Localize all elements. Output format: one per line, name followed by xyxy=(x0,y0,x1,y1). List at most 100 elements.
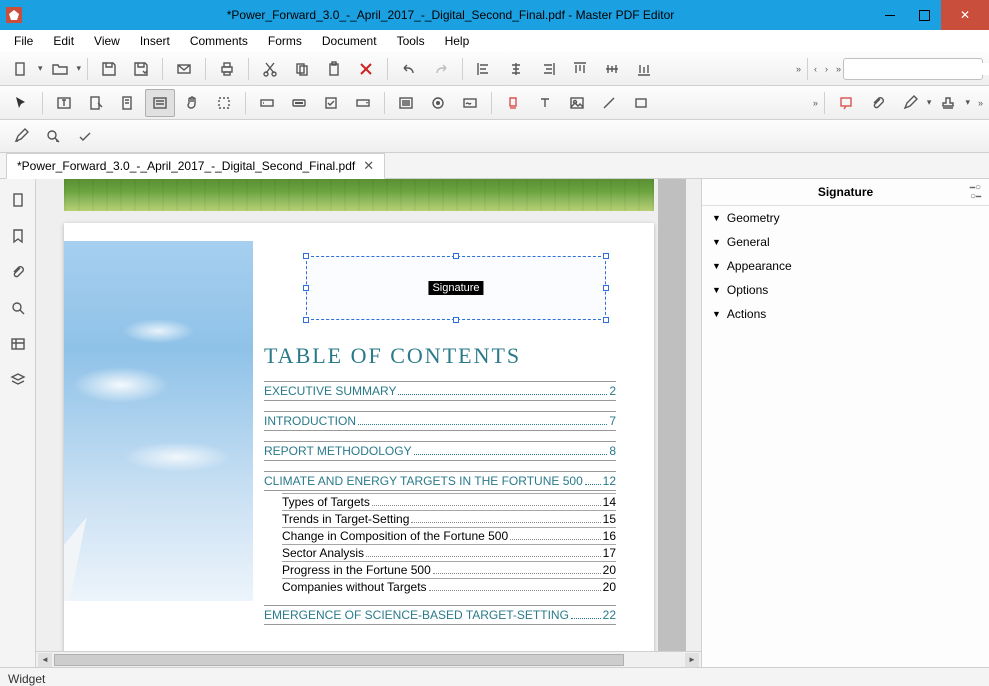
highlight-button[interactable] xyxy=(498,89,528,117)
edit-text-tool[interactable] xyxy=(49,89,79,117)
edit-forms-tool[interactable] xyxy=(145,89,175,117)
align-middle-button[interactable] xyxy=(597,55,627,83)
document-tab[interactable]: *Power_Forward_3.0_-_April_2017_-_Digita… xyxy=(6,153,385,179)
align-left-button[interactable] xyxy=(469,55,499,83)
stamp-button[interactable] xyxy=(933,89,963,117)
scroll-right-icon[interactable]: ► xyxy=(685,653,699,667)
textfield-form-button[interactable] xyxy=(252,89,282,117)
menu-file[interactable]: File xyxy=(6,32,41,50)
menu-edit[interactable]: Edit xyxy=(45,32,82,50)
align-center-button[interactable] xyxy=(501,55,531,83)
toc-sub-row: Trends in Target-Setting15 xyxy=(282,510,616,527)
horizontal-scrollbar[interactable]: ◄ ► xyxy=(36,651,701,667)
bookmarks-button[interactable] xyxy=(4,221,32,251)
hand-tool[interactable] xyxy=(177,89,207,117)
search-panel-button[interactable] xyxy=(4,293,32,323)
toc-sub-row: Change in Composition of the Fortune 500… xyxy=(282,527,616,544)
zoom-edit-button[interactable] xyxy=(38,122,68,150)
note-button[interactable] xyxy=(831,89,861,117)
panel-section-appearance[interactable]: ▼Appearance xyxy=(702,254,989,278)
menu-view[interactable]: View xyxy=(86,32,128,50)
resize-handle[interactable] xyxy=(453,317,459,323)
new-doc-button[interactable] xyxy=(6,55,36,83)
check-button[interactable] xyxy=(70,122,100,150)
resize-handle[interactable] xyxy=(603,317,609,323)
attachments-button[interactable] xyxy=(4,257,32,287)
select-tool[interactable] xyxy=(209,89,239,117)
email-button[interactable] xyxy=(169,55,199,83)
collapse-icon: ▼ xyxy=(712,285,721,295)
fields-panel-button[interactable] xyxy=(4,329,32,359)
button-form-button[interactable] xyxy=(284,89,314,117)
resize-handle[interactable] xyxy=(303,253,309,259)
signature-form-button[interactable] xyxy=(455,89,485,117)
dropdown-icon[interactable]: ▾ xyxy=(38,63,43,74)
pointer-tool[interactable] xyxy=(6,89,36,117)
cut-button[interactable] xyxy=(255,55,285,83)
line-button[interactable] xyxy=(594,89,624,117)
rect-button[interactable] xyxy=(626,89,656,117)
tab-close-icon[interactable]: ✕ xyxy=(363,158,374,174)
pencil-button[interactable] xyxy=(895,89,925,117)
statusbar: Widget xyxy=(0,667,989,686)
sky-image xyxy=(64,241,253,601)
menu-document[interactable]: Document xyxy=(314,32,385,50)
text-button[interactable] xyxy=(530,89,560,117)
listbox-form-button[interactable] xyxy=(391,89,421,117)
paste-button[interactable] xyxy=(319,55,349,83)
overflow-icon[interactable]: » xyxy=(813,98,818,108)
edit-object-tool[interactable] xyxy=(113,89,143,117)
overflow-icon[interactable]: » xyxy=(836,64,841,74)
align-top-button[interactable] xyxy=(565,55,595,83)
search-field[interactable] xyxy=(848,63,989,75)
resize-handle[interactable] xyxy=(303,317,309,323)
radio-form-button[interactable] xyxy=(423,89,453,117)
dropdown-icon[interactable]: ▾ xyxy=(965,97,970,108)
overflow-icon[interactable]: » xyxy=(796,64,801,74)
save-as-button[interactable] xyxy=(126,55,156,83)
panel-section-general[interactable]: ▼General xyxy=(702,230,989,254)
next-icon[interactable]: › xyxy=(825,64,828,74)
menu-help[interactable]: Help xyxy=(437,32,478,50)
print-button[interactable] xyxy=(212,55,242,83)
menu-forms[interactable]: Forms xyxy=(260,32,310,50)
minimize-button[interactable] xyxy=(873,0,907,30)
open-button[interactable] xyxy=(45,55,75,83)
overflow-icon[interactable]: » xyxy=(978,98,983,108)
maximize-button[interactable] xyxy=(907,0,941,30)
dropdown-icon[interactable]: ▾ xyxy=(77,63,82,74)
menu-insert[interactable]: Insert xyxy=(132,32,178,50)
menu-comments[interactable]: Comments xyxy=(182,32,256,50)
align-bottom-button[interactable] xyxy=(629,55,659,83)
search-input[interactable]: ▼ xyxy=(843,58,983,80)
combobox-form-button[interactable] xyxy=(348,89,378,117)
save-button[interactable] xyxy=(94,55,124,83)
panel-section-options[interactable]: ▼Options xyxy=(702,278,989,302)
checkbox-form-button[interactable] xyxy=(316,89,346,117)
edit-document-tool[interactable] xyxy=(81,89,111,117)
document-view[interactable]: Signature TABLE OF CONTENTS EXECUTIVE SU… xyxy=(36,179,701,667)
layers-button[interactable] xyxy=(4,365,32,395)
signature-field[interactable]: Signature xyxy=(306,256,606,320)
resize-handle[interactable] xyxy=(603,285,609,291)
panel-section-geometry[interactable]: ▼Geometry xyxy=(702,206,989,230)
image-button[interactable] xyxy=(562,89,592,117)
resize-handle[interactable] xyxy=(453,253,459,259)
scroll-left-icon[interactable]: ◄ xyxy=(38,653,52,667)
menu-tools[interactable]: Tools xyxy=(389,32,433,50)
align-right-button[interactable] xyxy=(533,55,563,83)
close-button[interactable] xyxy=(941,0,989,30)
prev-icon[interactable]: ‹ xyxy=(814,64,817,74)
edit-pencil-button[interactable] xyxy=(6,122,36,150)
thumbnails-button[interactable] xyxy=(4,185,32,215)
dropdown-icon[interactable]: ▾ xyxy=(927,97,932,108)
copy-button[interactable] xyxy=(287,55,317,83)
delete-button[interactable] xyxy=(351,55,381,83)
panel-settings-icon[interactable]: ⎯○○⎯ xyxy=(970,183,981,201)
attach-button[interactable] xyxy=(863,89,893,117)
resize-handle[interactable] xyxy=(603,253,609,259)
redo-button[interactable] xyxy=(426,55,456,83)
undo-button[interactable] xyxy=(394,55,424,83)
panel-section-actions[interactable]: ▼Actions xyxy=(702,302,989,326)
resize-handle[interactable] xyxy=(303,285,309,291)
